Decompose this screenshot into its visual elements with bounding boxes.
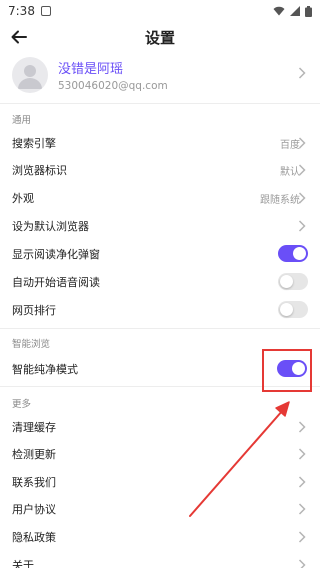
row-set-default-browser[interactable]: 设为默认浏览器 — [0, 213, 320, 239]
divider — [0, 328, 320, 329]
section-label-general: 通用 — [12, 115, 32, 126]
chevron-right-icon — [298, 67, 306, 79]
row-label: 关于 — [12, 559, 34, 568]
row-check-update[interactable]: 检测更新 — [0, 441, 320, 467]
profile-name: 没错是阿瑶 — [58, 62, 124, 77]
battery-icon — [305, 5, 312, 17]
section-label-smart: 智能浏览 — [12, 339, 51, 350]
chevron-right-icon — [298, 421, 306, 433]
avatar — [12, 57, 48, 93]
row-reading-popup: 显示阅读净化弹窗 — [0, 241, 320, 267]
status-icons — [273, 5, 312, 17]
signal-icon — [290, 6, 300, 16]
chevron-right-icon — [298, 559, 306, 568]
page-title: 设置 — [144, 28, 175, 47]
toggle-knob — [280, 303, 293, 316]
app-header: 设置 — [0, 22, 320, 52]
row-label: 联系我们 — [12, 476, 56, 489]
reading-popup-toggle[interactable] — [278, 245, 308, 262]
row-value: 跟随系统 — [260, 194, 300, 206]
section-label-more: 更多 — [12, 399, 32, 410]
row-value: 百度 — [280, 139, 300, 151]
divider — [0, 103, 320, 104]
toggle-knob — [293, 247, 306, 260]
chevron-right-icon — [298, 448, 306, 460]
profile-email: 530046020@qq.com — [58, 80, 168, 92]
chevron-right-icon — [298, 220, 306, 232]
chevron-right-icon — [298, 164, 306, 176]
chevron-right-icon — [298, 137, 306, 149]
chevron-right-icon — [298, 503, 306, 515]
annotation-highlight-box — [262, 349, 312, 392]
chevron-right-icon — [298, 476, 306, 488]
sim-card-icon — [40, 6, 51, 16]
row-web-rank: 网页排行 — [0, 297, 320, 323]
row-label: 外观 — [12, 192, 34, 205]
back-button[interactable] — [8, 26, 30, 48]
row-label: 显示阅读净化弹窗 — [12, 248, 100, 261]
status-time: 7:38 — [8, 4, 35, 18]
row-search-engine[interactable]: 搜索引擎 百度 — [0, 130, 320, 156]
row-label: 自动开始语音阅读 — [12, 276, 100, 289]
row-label: 检测更新 — [12, 448, 56, 461]
row-label: 清理缓存 — [12, 421, 56, 434]
row-appearance[interactable]: 外观 跟随系统 — [0, 185, 320, 211]
row-user-agreement[interactable]: 用户协议 — [0, 496, 320, 522]
row-label: 搜索引擎 — [12, 137, 56, 150]
row-label: 隐私政策 — [12, 531, 56, 544]
chevron-right-icon — [298, 531, 306, 543]
row-browser-id[interactable]: 浏览器标识 默认 — [0, 157, 320, 183]
user-icon — [18, 65, 42, 89]
status-bar: 7:38 — [0, 0, 320, 22]
wifi-icon — [273, 6, 285, 16]
auto-voice-toggle[interactable] — [278, 273, 308, 290]
row-label: 用户协议 — [12, 503, 56, 516]
profile-row[interactable]: 没错是阿瑶 530046020@qq.com — [0, 52, 320, 98]
row-label: 智能纯净模式 — [12, 363, 78, 376]
chevron-right-icon — [298, 192, 306, 204]
row-value: 默认 — [280, 166, 300, 178]
row-label: 网页排行 — [12, 304, 56, 317]
arrow-left-icon — [11, 30, 27, 44]
row-clear-cache[interactable]: 清理缓存 — [0, 414, 320, 440]
row-label: 设为默认浏览器 — [12, 220, 89, 233]
row-privacy-policy[interactable]: 隐私政策 — [0, 524, 320, 550]
row-label: 浏览器标识 — [12, 164, 67, 177]
web-rank-toggle[interactable] — [278, 301, 308, 318]
toggle-knob — [280, 275, 293, 288]
row-auto-voice: 自动开始语音阅读 — [0, 269, 320, 295]
row-contact-us[interactable]: 联系我们 — [0, 469, 320, 495]
row-about[interactable]: 关于 — [0, 552, 320, 568]
